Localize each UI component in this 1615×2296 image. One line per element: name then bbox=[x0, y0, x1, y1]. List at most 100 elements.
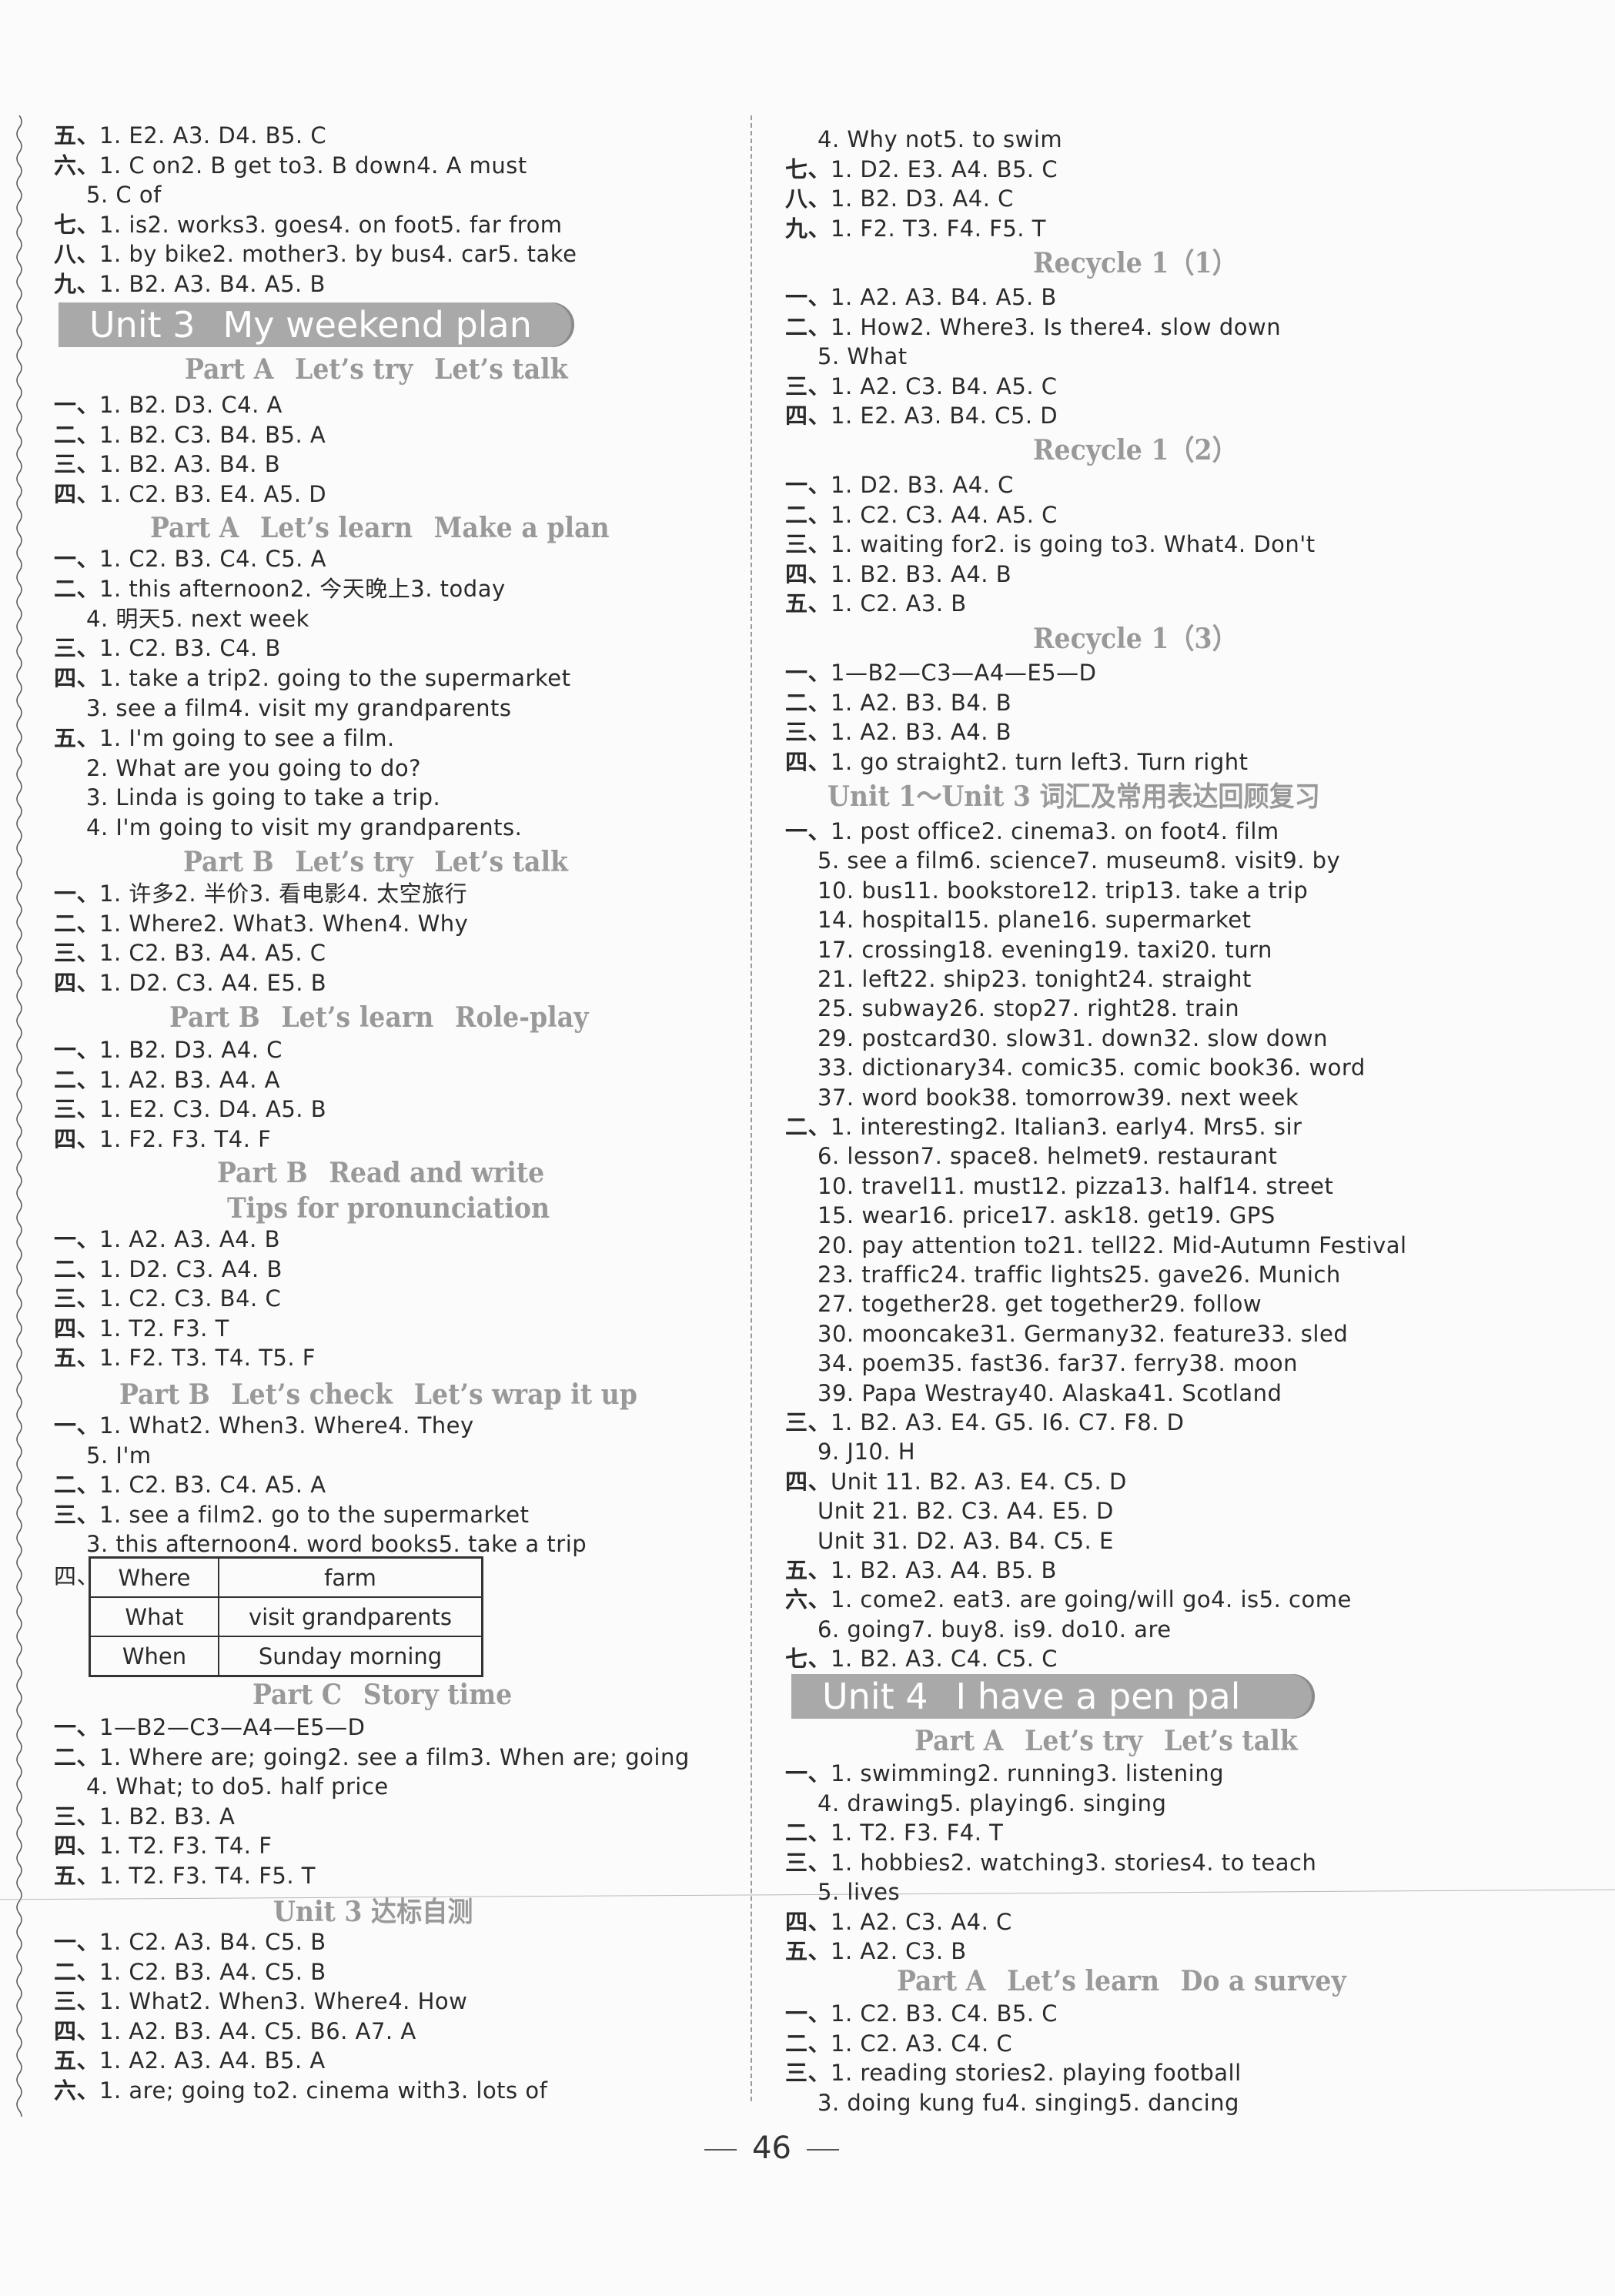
answer-item: 3. C bbox=[921, 2000, 968, 2027]
answer-item: 10. travel bbox=[818, 1172, 929, 1199]
answer-line: 三、1. B2. A3. E4. G5. I6. C7. F8. D bbox=[785, 1409, 1185, 1436]
answer-line: 一、1—B2—C3—A4—E5—D bbox=[54, 1713, 365, 1741]
answer-line: 5. see a film6. science7. museum8. visit… bbox=[818, 847, 1340, 874]
answer-item: 1. C bbox=[99, 1472, 145, 1498]
answer-item: 1. B bbox=[886, 1498, 932, 1525]
answer-item: 4. C bbox=[235, 1929, 281, 1955]
answer-item: 29. follow bbox=[1149, 1291, 1262, 1318]
section-number: 一、 bbox=[54, 1037, 100, 1063]
answer-item: 15. plane bbox=[953, 907, 1062, 934]
answer-item: 1. take a trip bbox=[99, 665, 248, 692]
section-number: 三、 bbox=[54, 1803, 100, 1830]
answer-item: 1. A bbox=[99, 1226, 145, 1252]
answer-item: 3. B bbox=[978, 1527, 1025, 1554]
answer-line: 5. What bbox=[818, 343, 908, 370]
answer-item: 4—E bbox=[989, 660, 1042, 686]
answer-item: 2. B bbox=[878, 472, 924, 498]
answer-item: 1. How bbox=[831, 313, 911, 340]
section-heading: Part B Let’s try Let’s talk bbox=[183, 846, 568, 878]
answer-item: 3. B bbox=[921, 1938, 967, 1964]
answer-item: 37. word book bbox=[818, 1084, 982, 1111]
section-number: 一、 bbox=[54, 1714, 100, 1740]
answer-item: 1. come bbox=[831, 1586, 924, 1613]
answer-item: 2. B bbox=[875, 719, 921, 745]
answer-item: 31. down bbox=[1057, 1024, 1164, 1051]
table-key-cell: Where bbox=[89, 1556, 219, 1598]
answer-item: 2. A bbox=[144, 451, 190, 477]
answer-item: 3. B bbox=[190, 1285, 236, 1312]
section-number: 三、 bbox=[54, 451, 100, 477]
answer-item: 4. C bbox=[965, 403, 1011, 429]
answer-item: 3. C bbox=[192, 392, 238, 418]
answer-item: 2. C bbox=[143, 1096, 189, 1122]
answer-item: 2. B bbox=[144, 2017, 190, 2044]
answer-item: 2. 今天晚上 bbox=[289, 575, 411, 602]
answer-line: 一、1—B2—C3—A4—E5—D bbox=[785, 659, 1096, 687]
answer-line: 四、Unit 11. B2. A3. E4. C5. D bbox=[785, 1468, 1127, 1496]
weekend-plan-table: Where farm What visit grandparents When Sunda… bbox=[89, 1556, 483, 1677]
answer-line: 三、1. A2. C3. B4. A5. C bbox=[785, 373, 1058, 400]
answer-item: 1. Where bbox=[99, 910, 203, 937]
answer-item: 4. A bbox=[966, 373, 1012, 399]
answer-line: 四、1. T2. F3. T bbox=[54, 1315, 229, 1342]
answer-item: 22. Mid-Autumn Festival bbox=[1128, 1232, 1407, 1258]
section-heading: Part B Read and write bbox=[217, 1157, 545, 1189]
answer-item: 5. playing bbox=[939, 1790, 1054, 1816]
answer-line: 四、1. B2. B3. A4. B bbox=[785, 560, 1011, 588]
section-number: 二、 bbox=[54, 910, 100, 937]
answer-item: 1. C bbox=[831, 2000, 877, 2027]
answer-line: 二、1. this afternoon2. 今天晚上3. today bbox=[54, 575, 506, 603]
answer-item: 4. C bbox=[1024, 1527, 1070, 1554]
answer-item: 26. stop bbox=[948, 995, 1043, 1022]
answer-line: 三、1. A2. B3. A4. B bbox=[785, 718, 1011, 746]
scan-artifact-line bbox=[0, 1889, 1615, 1900]
answer-item: 3. T bbox=[186, 1862, 229, 1889]
answer-item: 2. When bbox=[189, 1988, 285, 2014]
answer-item: 1. B bbox=[899, 1468, 945, 1495]
answer-item: 5. far from bbox=[440, 211, 563, 238]
answer-item: 5. I bbox=[1012, 1409, 1049, 1435]
answer-item: 3. are going/will go bbox=[990, 1586, 1212, 1613]
page-number: 46 bbox=[689, 2131, 854, 2166]
section-number: 二、 bbox=[785, 501, 831, 528]
answer-line: 4. 明天5. next week bbox=[86, 605, 309, 633]
section-number: 一、 bbox=[785, 284, 831, 310]
answer-item: 2. B bbox=[144, 1803, 190, 1830]
answer-item: 5. T bbox=[1002, 215, 1046, 242]
section-number: 五、 bbox=[785, 1938, 831, 1964]
answer-item: 9. do bbox=[1032, 1616, 1090, 1643]
answer-item: 3. Where bbox=[284, 1412, 389, 1439]
answer-item: 1. 许多 bbox=[99, 881, 175, 907]
answer-item: 1. B bbox=[99, 1037, 145, 1063]
answer-item: 2. C bbox=[876, 501, 922, 528]
answer-item: 4. B bbox=[235, 1226, 281, 1252]
answer-item: 8. helmet bbox=[1017, 1143, 1128, 1170]
answer-item: 3. A bbox=[921, 1908, 967, 1935]
answer-item: 2. turn left bbox=[985, 748, 1108, 775]
section-heading: Part A Let’s learn Do a survey bbox=[897, 1965, 1346, 1997]
answer-line: 一、1. C2. A3. B4. C5. B bbox=[54, 1928, 326, 1956]
table-row: When Sunday morning bbox=[89, 1636, 483, 1677]
answer-line: 三、1. B2. B3. A bbox=[54, 1803, 235, 1830]
answer-line: 14. hospital15. plane16. supermarket bbox=[818, 906, 1251, 934]
answer-item: 4. B bbox=[237, 1255, 283, 1282]
answer-item: 2. watching bbox=[950, 1849, 1085, 1876]
section-number: 四、 bbox=[785, 748, 831, 775]
answer-item: 1. swimming bbox=[831, 1760, 978, 1786]
answer-item: 34. poem bbox=[818, 1350, 927, 1377]
answer-line: 34. poem35. fast36. far37. ferry38. moon bbox=[818, 1349, 1298, 1377]
answer-item: 1. D bbox=[831, 472, 878, 498]
answer-item: 5. B bbox=[1011, 1557, 1057, 1583]
answer-item: 3. B bbox=[919, 403, 965, 429]
answer-item: 2. C bbox=[875, 1908, 921, 1935]
answer-item: 4. Mrs bbox=[1173, 1114, 1245, 1140]
answer-item: 1. T bbox=[99, 1833, 143, 1859]
answer-item: 20. pay attention to bbox=[818, 1232, 1048, 1258]
section-number: 二、 bbox=[54, 575, 100, 602]
section-number: 三、 bbox=[785, 1409, 831, 1435]
answer-item: 5. B bbox=[281, 1096, 327, 1122]
answer-line: 10. bus11. bookstore12. trip13. take a t… bbox=[818, 877, 1308, 904]
answer-item: 4. A bbox=[967, 501, 1012, 528]
answer-item: 3. A bbox=[189, 2017, 236, 2044]
answer-item: 3. early bbox=[1085, 1114, 1174, 1140]
